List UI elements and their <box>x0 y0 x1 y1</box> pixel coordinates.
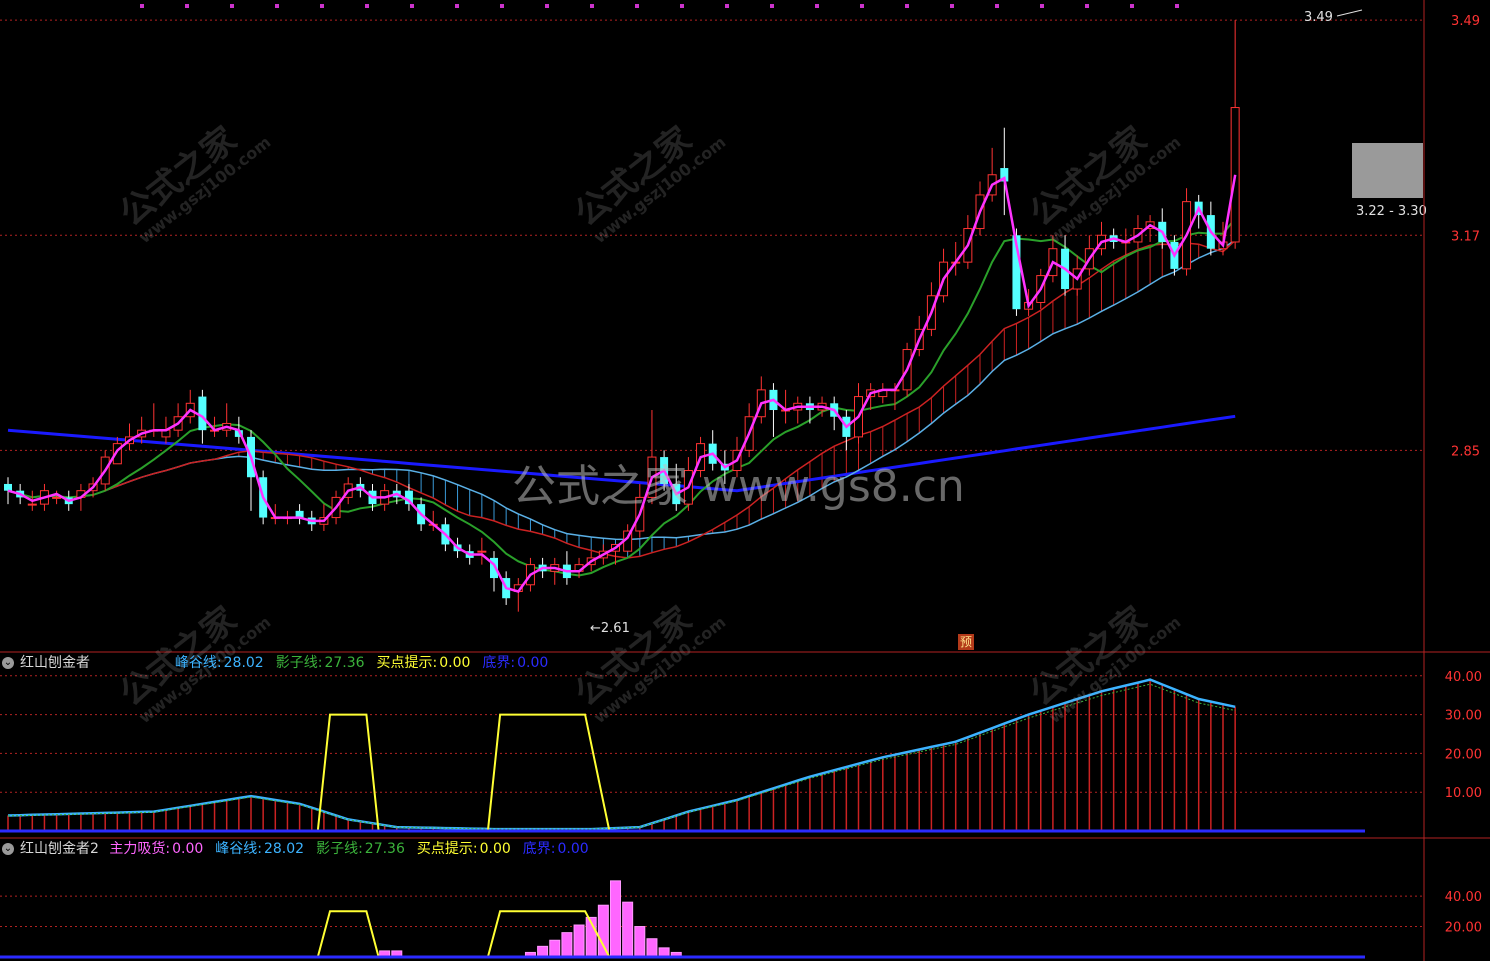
panel-2-legend: ⌄ 红山刨金者2 主力吸货: 0.00 峰谷线: 28.02 影子线: 27.36 买点提示:… <box>0 839 607 859</box>
candle-body-down <box>4 483 12 491</box>
candle-body-up <box>477 550 487 553</box>
top-marker <box>860 4 864 8</box>
shadow-line <box>7 683 1236 830</box>
collapse-icon[interactable]: ⌄ <box>2 657 14 669</box>
top-marker <box>455 4 459 8</box>
accumulation-bar <box>634 926 646 958</box>
high-label: 3.49 <box>1304 10 1333 25</box>
ma5-line <box>7 174 1237 593</box>
accumulation-bar <box>610 880 621 958</box>
top-marker <box>545 4 549 8</box>
accumulation-bar <box>646 938 658 958</box>
price-tick-label: 2.85 <box>1451 444 1480 459</box>
top-marker <box>500 4 504 8</box>
indicator-panel-2[interactable] <box>0 880 1365 959</box>
legend-value: 0.00 <box>439 655 471 671</box>
forecast-box <box>1352 143 1423 198</box>
legend-item: 峰谷线: 28.02 <box>215 841 310 857</box>
accumulation-bar <box>549 939 561 958</box>
top-marker <box>1040 4 1044 8</box>
legend-value: 27.36 <box>364 841 405 857</box>
price-tick-label: 3.49 <box>1451 14 1480 29</box>
buy-signal-line <box>486 713 611 832</box>
collapse-icon[interactable]: ⌄ <box>2 843 14 855</box>
stock-chart-canvas: 3.22 - 3.30 3.49 ←2.61 3.49 3.17 2.85 40.00 30… <box>0 0 1490 961</box>
legend-label: 影子线: <box>316 841 363 857</box>
indicator-tick-label: 40.00 <box>1445 670 1482 685</box>
top-marker <box>1130 4 1134 8</box>
candle-body-up <box>52 496 62 499</box>
legend-item: 峰谷线: 28.02 <box>175 655 270 671</box>
candle-body-up <box>27 503 37 506</box>
legend-item: 底界: 0.00 <box>482 655 554 671</box>
top-marker <box>185 4 189 8</box>
accumulation-bar <box>622 901 634 958</box>
legend-value: 28.02 <box>223 655 264 671</box>
range-label: 3.22 - 3.30 <box>1356 204 1427 219</box>
top-marker <box>410 4 414 8</box>
candle-body-up <box>1230 107 1240 243</box>
legend-item: 买点提示: 0.00 <box>417 841 517 857</box>
legend-label: 影子线: <box>275 655 323 671</box>
panel-2-title[interactable]: 红山刨金者2 <box>20 841 99 857</box>
legend-value: 0.00 <box>557 841 589 857</box>
top-marker <box>230 4 234 8</box>
top-marker <box>365 4 369 8</box>
top-marker <box>140 4 144 8</box>
buy-signal-line <box>316 910 380 958</box>
legend-item: 影子线: 27.36 <box>276 655 371 671</box>
legend-label: 峰谷线: <box>215 841 262 857</box>
accumulation-bar <box>561 932 573 958</box>
legend-label: 买点提示: <box>376 655 438 671</box>
ma-long-line <box>7 414 1236 493</box>
top-marker <box>1175 4 1179 8</box>
main-price-panel[interactable]: 3.22 - 3.30 3.49 ←2.61 <box>4 4 1427 636</box>
top-marker <box>905 4 909 8</box>
legend-value: 0.00 <box>172 841 204 857</box>
forecast-badge[interactable]: 预 <box>958 634 974 650</box>
ma30-line <box>7 239 1236 541</box>
panel-1-legend: ⌄ 红山刨金者 峰谷线: 28.02 影子线: 27.36 买点提示: 0.00 底界: 0.0… <box>0 653 566 673</box>
low-label: ←2.61 <box>590 621 630 636</box>
price-tick-label: 3.17 <box>1451 229 1480 244</box>
indicator-tick-label: 40.00 <box>1445 890 1482 905</box>
top-marker <box>590 4 594 8</box>
legend-label: 底界: <box>482 655 516 671</box>
indicator-panel-1[interactable] <box>0 678 1365 833</box>
legend-item: 主力吸货: 0.00 <box>109 841 209 857</box>
candle-body-down <box>198 396 207 431</box>
ma20-line <box>7 239 1236 559</box>
legend-item: 买点提示: 0.00 <box>377 655 477 671</box>
accumulation-bar <box>597 904 609 958</box>
top-marker <box>1085 4 1089 8</box>
legend-value: 0.00 <box>479 841 511 857</box>
top-marker <box>770 4 774 8</box>
legend-value: 0.00 <box>517 655 549 671</box>
accumulation-bar <box>573 924 585 958</box>
top-marker <box>995 4 999 8</box>
indicator-tick-label: 30.00 <box>1445 709 1482 724</box>
indicator-tick-label: 20.00 <box>1445 747 1482 762</box>
legend-label: 主力吸货: <box>109 841 171 857</box>
price-axis: 3.49 3.17 2.85 40.00 30.00 20.00 10.00 40.00 20.… <box>0 0 1490 961</box>
high-arrow <box>1336 9 1363 17</box>
legend-label: 底界: <box>522 841 556 857</box>
top-marker <box>815 4 819 8</box>
panel-1-title[interactable]: 红山刨金者 <box>20 655 90 671</box>
indicator-tick-label: 10.00 <box>1445 786 1482 801</box>
legend-item: 影子线: 27.36 <box>316 841 411 857</box>
legend-value: 28.02 <box>263 841 305 857</box>
accumulation-bar <box>537 945 549 958</box>
top-marker <box>320 4 324 8</box>
top-marker <box>635 4 639 8</box>
top-marker <box>680 4 684 8</box>
top-marker <box>725 4 729 8</box>
indicator-tick-label: 20.00 <box>1445 921 1482 936</box>
top-marker <box>950 4 954 8</box>
legend-label: 峰谷线: <box>174 655 222 671</box>
top-marker <box>275 4 279 8</box>
legend-value: 27.36 <box>324 655 365 671</box>
legend-label: 买点提示: <box>416 841 478 857</box>
legend-item: 底界: 0.00 <box>523 841 595 857</box>
